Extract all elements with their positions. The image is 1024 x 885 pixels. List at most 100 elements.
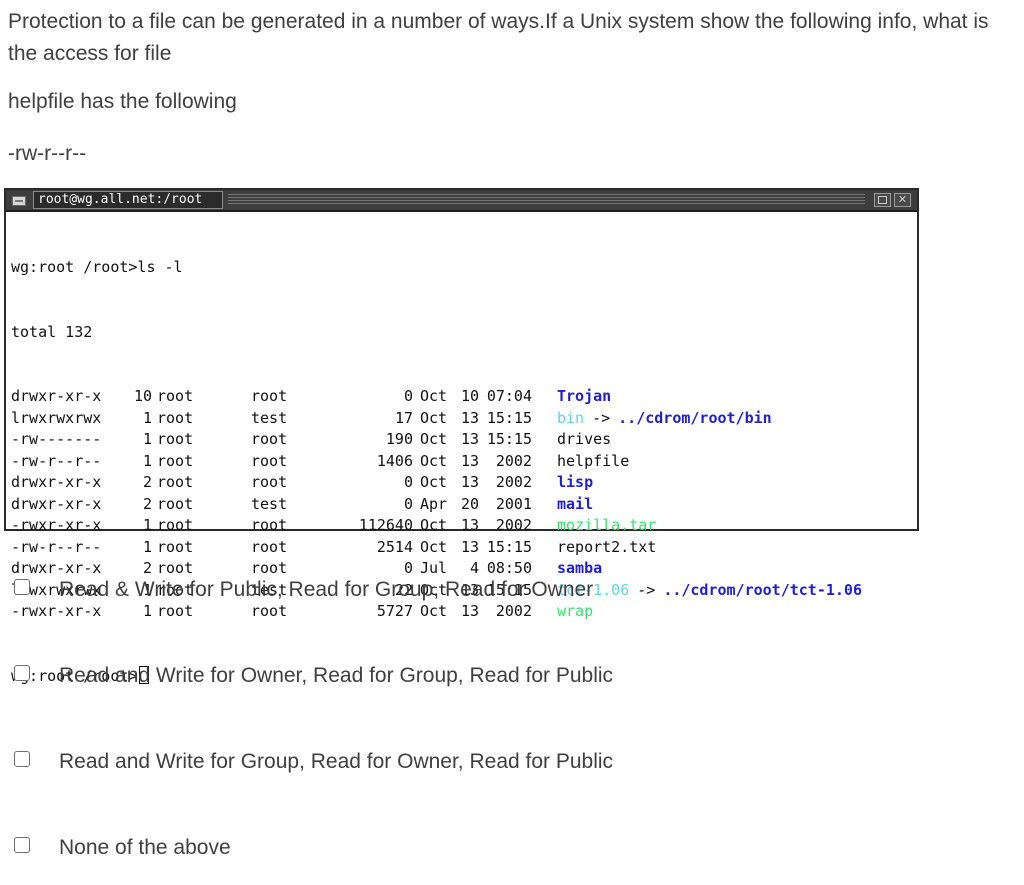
filename-cell: mozilla.tar (557, 515, 656, 537)
size-cell: 190 (385, 430, 413, 448)
month-cell: Oct (420, 451, 448, 470)
filename: mail (557, 494, 594, 513)
window-menu-icon (12, 196, 26, 206)
titlebar-stripes (228, 194, 865, 206)
month-cell: Oct (420, 537, 448, 556)
group-cell: root (251, 516, 288, 534)
time-cell: 2002 (495, 473, 532, 491)
checkbox[interactable] (14, 665, 30, 681)
day-cell: 10 (460, 387, 479, 405)
group-cell: root (251, 537, 288, 556)
links-cell: 1 (142, 408, 152, 427)
size-cell: 112640 (358, 516, 413, 534)
time-cell: 2002 (495, 516, 532, 534)
filename-cell: bin -> ../cdrom/root/bin (557, 408, 772, 430)
close-icon: ✕ (894, 193, 911, 207)
filename-cell: Trojan (557, 386, 611, 408)
size-cell: 17 (394, 408, 413, 427)
answer-option-label[interactable]: Read & Write for Public, Read for Group,… (59, 573, 649, 607)
ls-row: drwxr-xr-x 10 root root 0 Oct 10 07:04 Trojan (11, 386, 917, 408)
ls-row: drwxr-xr-x 2 root root 0 Oct 13 2002 lisp (11, 472, 917, 494)
permission-cell: lrwxrwxrwx (11, 408, 102, 427)
filename: lisp (557, 473, 594, 491)
links-cell: 1 (142, 537, 152, 556)
month-cell: Oct (420, 387, 448, 405)
terminal-titlebar: root@wg.all.net:/root ✕ (6, 190, 917, 212)
terminal-screenshot: root@wg.all.net:/root ✕ wg:root /root>ls… (4, 188, 919, 685)
command-prompt-line: wg:root /root>ls -l (11, 258, 183, 276)
day-cell: 13 (460, 451, 479, 470)
time-cell: 07:04 (486, 387, 532, 405)
time-cell: 15:15 (486, 537, 532, 556)
checkbox[interactable] (14, 751, 30, 767)
day-cell: 13 (460, 408, 479, 427)
links-cell: 1 (142, 451, 152, 470)
owner-cell: root (157, 537, 194, 556)
maximize-icon (874, 193, 891, 207)
size-cell: 2514 (376, 537, 413, 556)
links-cell: 1 (142, 516, 152, 534)
symlink-target: ../cdrom/root/tct-1.06 (663, 580, 862, 599)
permission-cell: drwxr-xr-x (11, 473, 102, 491)
size-cell: 0 (403, 494, 413, 513)
symlink-arrow: -> (592, 408, 611, 427)
permission-cell: -rw-r--r-- (11, 537, 102, 556)
filename: drives (557, 430, 612, 448)
group-cell: test (251, 408, 288, 427)
filename: helpfile (557, 451, 630, 470)
day-cell: 13 (460, 473, 479, 491)
time-cell: 15:15 (486, 408, 532, 427)
day-cell: 13 (460, 430, 479, 448)
day-cell: 13 (460, 537, 479, 556)
month-cell: Oct (420, 430, 448, 448)
answer-option-label[interactable]: Read and Write for Group, Read for Owner… (59, 745, 649, 779)
filename: mozilla.tar (557, 516, 657, 534)
links-cell: 1 (142, 430, 152, 448)
owner-cell: root (157, 516, 194, 534)
group-cell: root (251, 430, 288, 448)
ls-row: -rw------- 1 root root 190 Oct 13 15:15 drives (11, 429, 917, 451)
day-cell: 20 (460, 494, 479, 513)
filename-cell: mail (557, 494, 593, 516)
filename-cell: lisp (557, 472, 593, 494)
owner-cell: root (157, 494, 194, 513)
size-cell: 0 (403, 473, 413, 491)
ls-row: -rwxr-xr-x 1 root root 112640 Oct 13 2002 mozill… (11, 515, 917, 537)
time-cell: 2002 (495, 451, 532, 470)
month-cell: Oct (420, 408, 448, 427)
terminal-output: wg:root /root>ls -l total 132 drwxr-xr-x… (6, 212, 917, 730)
filename-cell: drives (557, 429, 611, 451)
ls-row: -rw-r--r-- 1 root root 2514 Oct 13 15:15 report2… (11, 537, 917, 559)
filename-cell: helpfile (557, 451, 629, 473)
permission-cell: drwxr-xr-x (11, 387, 102, 405)
checkbox[interactable] (14, 579, 30, 595)
links-cell: 2 (142, 494, 152, 513)
ls-row: -rw-r--r-- 1 root root 1406 Oct 13 2002 helpfile (11, 451, 917, 473)
question-text: Protection to a file can be generated in… (8, 10, 989, 65)
owner-cell: root (157, 451, 194, 470)
owner-cell: root (157, 430, 194, 448)
permission-cell: -rwxr-xr-x (11, 516, 102, 534)
window-title: root@wg.all.net:/root (33, 191, 223, 209)
permission-cell: -rw------- (11, 430, 102, 448)
ls-row: drwxr-xr-x 2 root test 0 Apr 20 2001 mail (11, 494, 917, 516)
time-cell: 2001 (495, 494, 532, 513)
owner-cell: root (157, 473, 194, 491)
size-cell: 0 (403, 387, 413, 405)
group-cell: root (251, 451, 288, 470)
permission-cell: -rw-r--r-- (11, 451, 102, 470)
group-cell: root (251, 473, 288, 491)
links-cell: 10 (133, 387, 152, 405)
filename: report2.txt (557, 537, 657, 556)
checkbox[interactable] (14, 837, 30, 853)
time-cell: 15:15 (486, 430, 532, 448)
day-cell: 13 (460, 516, 479, 534)
answer-option-label[interactable]: Read and Write for Owner, Read for Group… (59, 659, 649, 693)
filename-cell: report2.txt (557, 537, 656, 559)
answer-option-label[interactable]: None of the above (59, 831, 649, 865)
ls-row: lrwxrwxrwx 1 root test 17 Oct 13 15:15 bin -> ../c… (11, 408, 917, 430)
month-cell: Oct (420, 516, 448, 534)
owner-cell: root (157, 387, 194, 405)
filename: bin (557, 408, 585, 427)
links-cell: 2 (142, 473, 152, 491)
